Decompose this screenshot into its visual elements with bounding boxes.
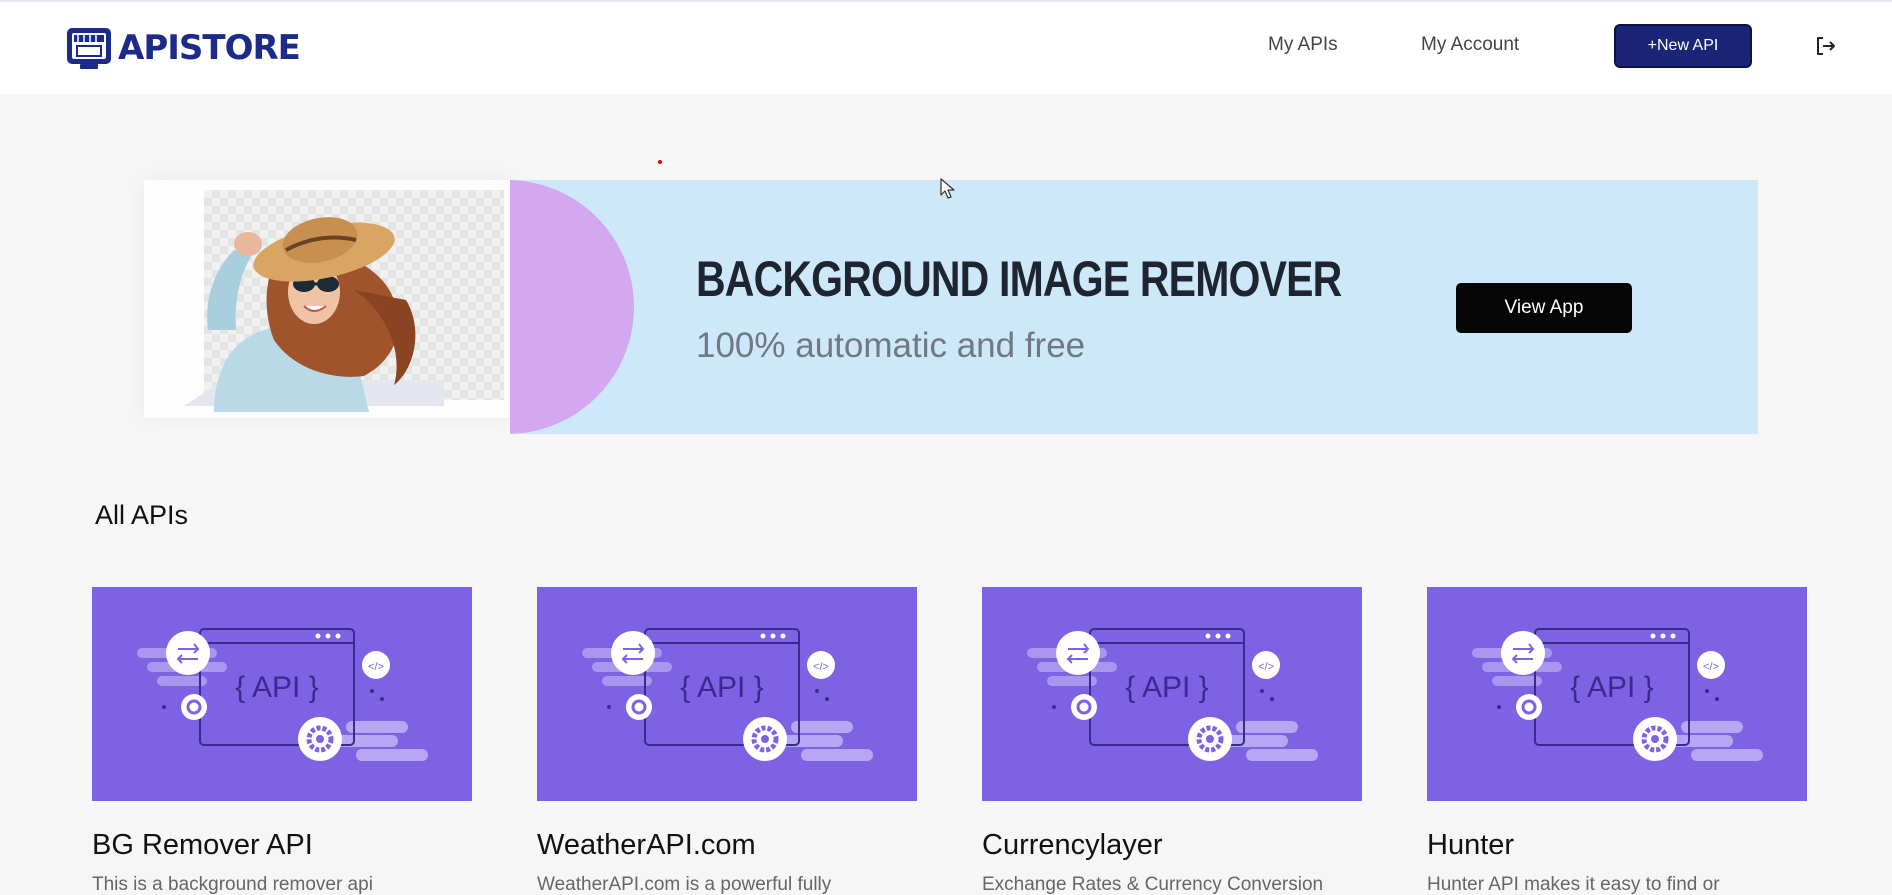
api-card-title: WeatherAPI.com — [537, 829, 756, 861]
api-illustration-icon: { API } </> — [1472, 628, 1763, 761]
nav-my-account[interactable]: My Account — [1421, 34, 1519, 56]
api-illustration-label: { API } — [1125, 671, 1208, 704]
api-card-description: Hunter API makes it easy to find or — [1427, 874, 1720, 895]
api-card-title: BG Remover API — [92, 829, 313, 861]
new-api-button[interactable]: +New API — [1614, 24, 1752, 68]
nav-my-apis[interactable]: My APIs — [1268, 34, 1338, 56]
api-illustration-label: { API } — [235, 671, 318, 704]
api-card[interactable]: { API } </> WeatherAPI.com WeatherAPI.co… — [537, 587, 917, 895]
api-illustration-icon: { API } </> — [1027, 628, 1318, 761]
svg-text:</>: </> — [1258, 661, 1274, 673]
api-card-title: Hunter — [1427, 829, 1515, 861]
banner-photo — [144, 180, 510, 418]
view-app-button[interactable]: View App — [1456, 283, 1632, 333]
logo-text: APISTORE — [118, 28, 301, 68]
store-icon — [67, 28, 111, 69]
mouse-cursor-icon — [940, 178, 955, 199]
top-navbar: APISTORE My APIs My Account +New API — [0, 0, 1892, 94]
api-card-image: { API } </> — [982, 587, 1362, 801]
svg-text:</>: </> — [813, 661, 829, 673]
red-dot-marker — [658, 160, 662, 164]
api-illustration-label: { API } — [680, 671, 763, 704]
promo-banner: BACKGROUND IMAGE REMOVER 100% automatic … — [510, 180, 1758, 434]
banner-decorative-circle — [510, 180, 634, 434]
api-card-description: This is a background remover api — [92, 874, 373, 895]
api-card-description: Exchange Rates & Currency Conversion — [982, 874, 1324, 895]
banner-subtitle: 100% automatic and free — [696, 326, 1086, 365]
logout-icon[interactable] — [1814, 34, 1838, 58]
woman-with-hat-image — [184, 217, 444, 412]
api-illustration-label: { API } — [1570, 671, 1653, 704]
api-card[interactable]: { API } </> Hunter Hunter API makes it e… — [1427, 587, 1807, 895]
api-card-title: Currencylayer — [982, 829, 1163, 861]
api-card-image: { API } </> — [1427, 587, 1807, 801]
svg-text:</>: </> — [368, 661, 384, 673]
banner-title: BACKGROUND IMAGE REMOVER — [696, 251, 1342, 307]
api-card-grid: { API } </> BG Remover API This is a bac… — [92, 587, 1808, 895]
apistore-logo[interactable]: APISTORE — [64, 24, 301, 72]
api-card[interactable]: { API } </> BG Remover API This is a bac… — [92, 587, 472, 895]
api-illustration-icon: { API } </> — [137, 628, 428, 761]
svg-text:</>: </> — [1703, 661, 1719, 673]
api-card-image: { API } </> — [537, 587, 917, 801]
section-title-all-apis: All APIs — [95, 500, 189, 530]
api-card-image: { API } </> — [92, 587, 472, 801]
api-card[interactable]: { API } </> Currencylayer Exchange Rates… — [982, 587, 1362, 895]
api-illustration-icon: { API } </> — [582, 628, 873, 761]
api-card-description: WeatherAPI.com is a powerful fully — [537, 874, 832, 895]
